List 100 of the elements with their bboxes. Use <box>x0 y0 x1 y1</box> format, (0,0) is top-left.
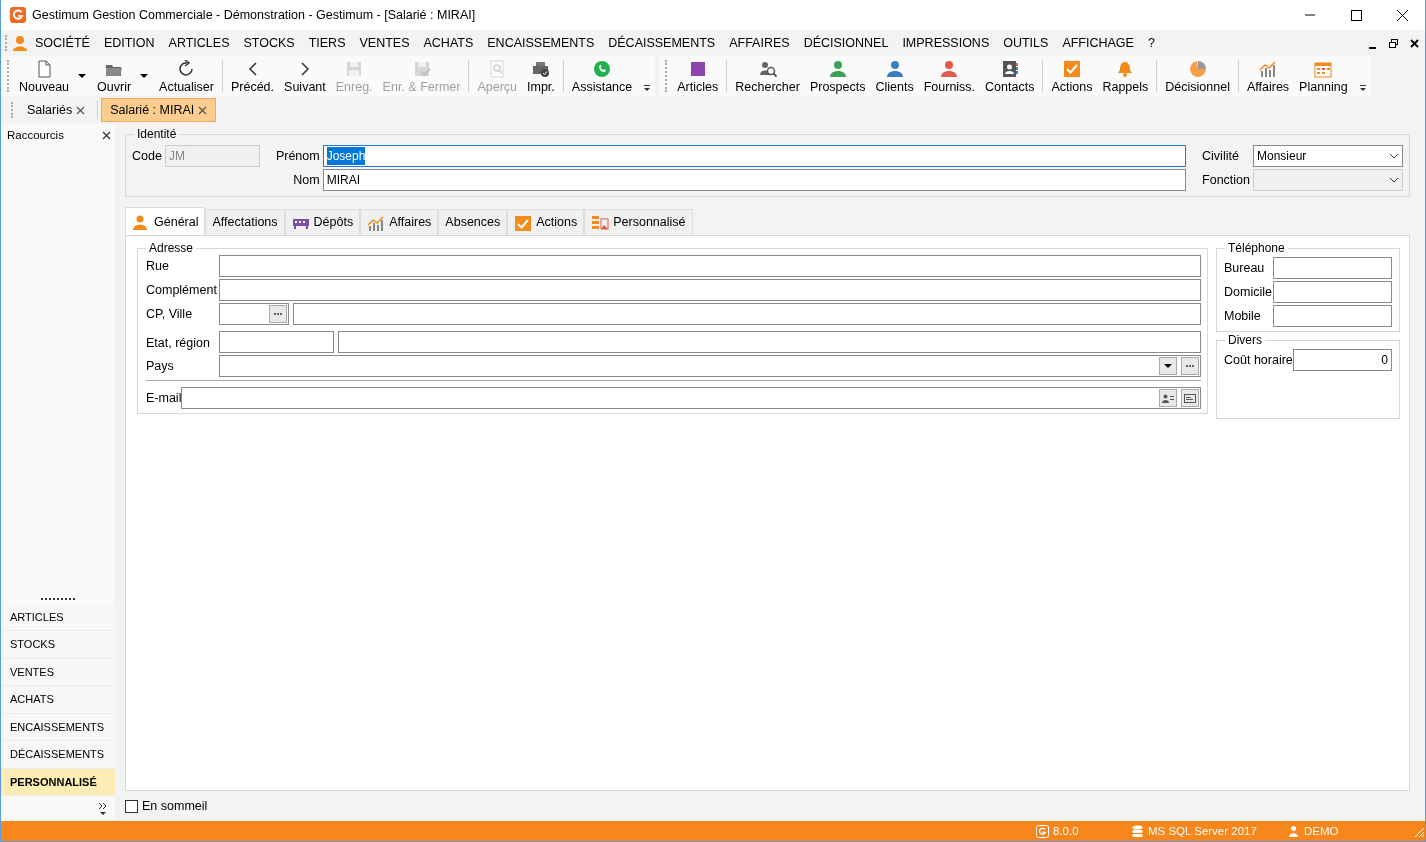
field-label: Fonction <box>1202 171 1250 189</box>
floppy-check-icon <box>412 59 431 78</box>
caret-icon[interactable] <box>140 74 149 78</box>
toolbar-button[interactable]: Rechercher <box>730 57 805 95</box>
tab[interactable]: Dépôts <box>284 209 361 235</box>
menu-item[interactable]: STOCKS <box>236 33 302 53</box>
menu-item[interactable]: VENTES <box>352 33 417 53</box>
bar-chart-icon <box>367 214 386 231</box>
dropdown-button[interactable] <box>1159 357 1177 375</box>
text-field[interactable] <box>1273 257 1392 279</box>
contact-button[interactable] <box>1159 389 1177 407</box>
tab[interactable]: Absences <box>438 209 508 235</box>
text-field[interactable] <box>219 255 1201 277</box>
document-tab[interactable]: Salariés <box>27 100 73 120</box>
toolbar-button[interactable]: Actions <box>1046 57 1098 95</box>
menu-item[interactable]: OUTILS <box>996 33 1056 53</box>
text-field[interactable] <box>293 303 1201 325</box>
browse-button[interactable] <box>269 305 287 323</box>
toolbar-button[interactable]: Actualiser <box>154 57 219 95</box>
tab[interactable]: Affaires <box>360 209 439 235</box>
checkbox-icon <box>1062 59 1081 78</box>
sidebar-title: Raccourcis <box>7 128 64 143</box>
calendar-icon <box>1314 59 1333 78</box>
text-field[interactable] <box>219 331 334 353</box>
text-field[interactable] <box>219 303 289 325</box>
close-icon[interactable] <box>1409 37 1420 49</box>
menu-item[interactable]: AFFICHAGE <box>1055 33 1141 53</box>
text-field[interactable] <box>338 331 1201 353</box>
toolbar-button[interactable]: Précéd. <box>225 57 280 95</box>
toolbar-button[interactable]: Affaires <box>1241 57 1295 95</box>
text-field[interactable] <box>1273 305 1392 327</box>
chevron-down-icon <box>1389 177 1399 183</box>
printer-icon <box>531 59 550 78</box>
field-label: E-mail <box>146 389 182 407</box>
browse-button[interactable] <box>1181 357 1199 375</box>
menu-item[interactable]: IMPRESSIONS <box>895 33 997 53</box>
resize-grip-icon[interactable] <box>1412 825 1425 838</box>
toolbar-button[interactable]: Prospects <box>804 57 871 95</box>
menu-item[interactable]: ARTICLES <box>161 33 237 53</box>
resize-grip-icon[interactable] <box>41 597 75 600</box>
menu-item[interactable]: ? <box>1140 33 1162 53</box>
checkbox[interactable] <box>125 799 138 813</box>
tab[interactable]: Personnalisé <box>584 209 693 235</box>
maximize-icon[interactable] <box>1349 8 1363 22</box>
text-field[interactable] <box>219 279 1201 301</box>
person-icon <box>132 214 150 231</box>
dropdown[interactable]: Monsieur <box>1253 145 1403 167</box>
magnifier-page-icon <box>488 59 507 78</box>
toolbar-button[interactable]: Suivant <box>279 57 331 95</box>
person-icon <box>1287 825 1300 838</box>
text-field[interactable]: 0 <box>1292 349 1392 371</box>
person-icon <box>940 59 959 78</box>
menu-item[interactable]: EDITION <box>96 33 162 53</box>
overflow-chevron-icon[interactable] <box>1358 84 1367 92</box>
menu-item[interactable]: ENCAISSEMENTS <box>480 33 602 53</box>
sidebar-item[interactable]: PERSONNALISÉ <box>1 768 115 796</box>
toolbar-button[interactable]: Impr. <box>522 57 560 95</box>
group-label: Adresse <box>146 241 197 255</box>
close-icon[interactable] <box>102 131 111 141</box>
text-field[interactable]: Joseph <box>322 145 1187 167</box>
expand-icon[interactable] <box>98 802 107 815</box>
text-field[interactable] <box>1273 281 1392 303</box>
group-label: Identité <box>134 127 180 141</box>
menu-item[interactable]: TIERS <box>301 33 353 53</box>
toolbar-button[interactable]: Assistance <box>566 57 638 95</box>
menu-item[interactable]: DÉCAISSEMENTS <box>601 33 723 53</box>
field-label: Mobile <box>1224 307 1262 325</box>
close-icon[interactable] <box>76 105 86 115</box>
toolbar-button[interactable]: Articles <box>672 57 724 95</box>
email-button[interactable] <box>1181 389 1199 407</box>
window-title: Gestimum Gestion Commerciale - Démonstration - Gestimum - [Salarié : MIRAI] <box>32 6 477 24</box>
menu-item[interactable]: SOCIÉTÉ <box>28 33 97 53</box>
toolbar-button[interactable]: Ouvrir <box>92 57 137 95</box>
caret-icon[interactable] <box>78 74 87 78</box>
toolbar-button[interactable]: Décisionnel <box>1160 57 1235 95</box>
toolbar-button[interactable]: Rappels <box>1097 57 1154 95</box>
person-icon <box>885 59 904 78</box>
bell-icon <box>1116 59 1135 78</box>
status-text: MS SQL Server 2017 <box>1148 823 1257 839</box>
field-label: Rue <box>146 257 170 275</box>
menu-item[interactable]: ACHATS <box>416 33 481 53</box>
field-label: Bureau <box>1224 259 1266 277</box>
phone-bubble-icon <box>593 59 612 78</box>
toolbar-button[interactable]: Clients <box>870 57 919 95</box>
text-field[interactable] <box>181 387 1201 409</box>
toolbar-button[interactable]: Nouveau <box>14 57 75 95</box>
menu-item[interactable]: AFFAIRES <box>722 33 797 53</box>
toolbar-button[interactable]: Contacts <box>980 57 1040 95</box>
text-field[interactable]: MIRAI <box>322 169 1187 191</box>
toolbar-button[interactable]: Fourniss. <box>918 57 981 95</box>
status-text: 8.0.0 <box>1053 823 1079 839</box>
toolbar-button[interactable]: Planning <box>1294 57 1353 95</box>
close-icon[interactable] <box>1395 8 1409 22</box>
tab[interactable]: Général <box>125 207 206 235</box>
menu-item[interactable]: DÉCISIONNEL <box>796 33 896 53</box>
pie-chart-icon <box>1188 59 1207 78</box>
tab[interactable]: Affectations <box>205 209 285 235</box>
restore-icon[interactable] <box>1388 37 1399 49</box>
tab[interactable]: Actions <box>507 209 585 235</box>
overflow-chevron-icon[interactable] <box>643 84 652 92</box>
